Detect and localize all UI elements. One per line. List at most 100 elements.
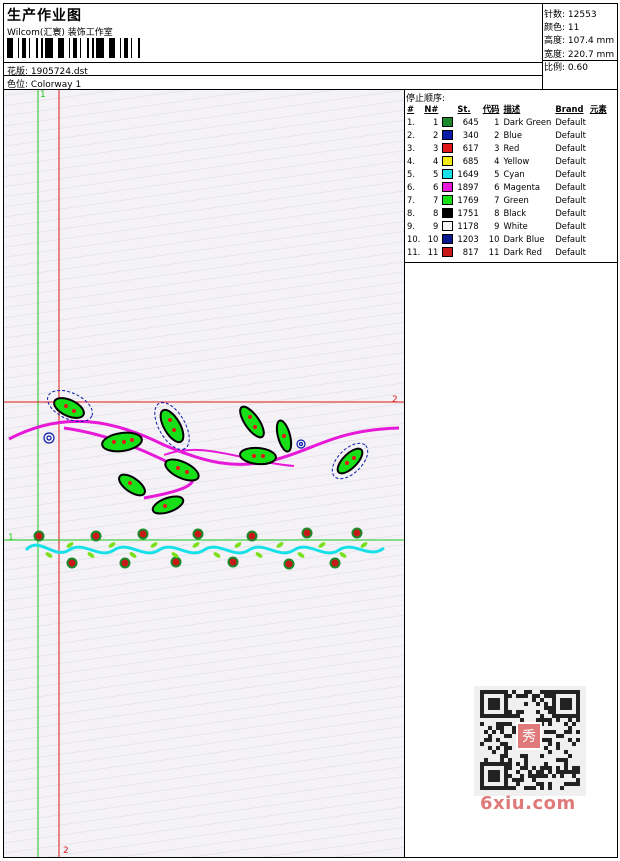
- color-swatch-cell: [440, 167, 455, 180]
- row-index: 3.: [407, 142, 415, 153]
- qr-code: 秀: [474, 686, 586, 796]
- color-description: Dark Red: [503, 246, 542, 257]
- page-title: 生产作业图: [7, 8, 82, 24]
- border-flower: [90, 530, 102, 542]
- color-swatch-cell: [440, 219, 455, 232]
- brand: Default: [555, 246, 586, 257]
- header: 生产作业图 Wilcom(汇寰) 装饰工作室 花版: 1905724.dst 色…: [4, 4, 617, 90]
- border-flower: [301, 527, 313, 539]
- vine-motif: [8, 419, 400, 500]
- column-header: #: [407, 103, 415, 114]
- table-row: 4. 4 685 4 Yellow Default: [405, 154, 609, 167]
- table-row: 9. 9 1178 9 White Default: [405, 219, 609, 232]
- stitch-count: 817: [462, 246, 479, 257]
- table-row: 5. 5 1649 5 Cyan Default: [405, 167, 609, 180]
- needle-number: 3: [433, 142, 439, 153]
- row-index: 10.: [407, 233, 421, 244]
- production-worksheet: 生产作业图 Wilcom(汇寰) 装饰工作室 花版: 1905724.dst 色…: [3, 3, 618, 858]
- divider: [542, 60, 617, 61]
- leaf-motifs: [53, 397, 364, 515]
- border-flower: [170, 556, 182, 568]
- brand: Default: [555, 155, 586, 166]
- row-index: 8.: [407, 207, 415, 218]
- border-leaf: [234, 542, 242, 548]
- table-row: 8. 8 1751 8 Black Default: [405, 206, 609, 219]
- needle-number: 10: [427, 233, 439, 244]
- stitch-count: 645: [462, 116, 479, 127]
- color-swatch: [442, 155, 454, 166]
- color-swatch-cell: [440, 245, 455, 258]
- row-index: 11.: [407, 246, 421, 257]
- table-row: 6. 6 1897 6 Magenta Default: [405, 180, 609, 193]
- colorway-value: Colorway 1: [30, 80, 82, 90]
- color-description: Magenta: [503, 181, 540, 192]
- stitch-count: 1751: [457, 207, 479, 218]
- marker-right: 2: [392, 395, 398, 405]
- design-scale: 比例: 0.60: [544, 63, 588, 73]
- column-header: 描述: [503, 103, 521, 114]
- color-swatch-cell: [440, 193, 455, 206]
- column-header: St.: [457, 103, 471, 114]
- row-index: 5.: [407, 168, 415, 179]
- border-leaf: [45, 552, 53, 558]
- color-description: Yellow: [503, 155, 530, 166]
- stop-sequence-panel: 停止顺序: # N# St. 代码 描述 Brand 元素 1. 1 645 1 Dar…: [405, 90, 617, 263]
- color-code: 5: [494, 168, 500, 179]
- color-swatch: [442, 142, 454, 153]
- qr-code-image: 秀: [480, 690, 580, 790]
- stitch-count: 1203: [457, 233, 479, 244]
- color-code: 3: [494, 142, 500, 153]
- color-swatch: [442, 116, 454, 127]
- border-leaf: [213, 552, 221, 558]
- brand: Default: [555, 194, 586, 205]
- border-flower: [119, 557, 131, 569]
- needle-number: 1: [433, 116, 439, 127]
- color-code: 8: [494, 207, 500, 218]
- stitch-count: 340: [462, 129, 479, 140]
- color-swatch-cell: [440, 115, 455, 128]
- row-index: 9.: [407, 220, 415, 231]
- stitch-count: 1178: [457, 220, 479, 231]
- column-header: N#: [424, 103, 439, 114]
- needle-number: 9: [433, 220, 439, 231]
- table-row: 10. 10 1203 10 Dark Blue Default: [405, 232, 609, 245]
- needle-number: 5: [433, 168, 439, 179]
- needle-number: 7: [433, 194, 439, 205]
- border-motif: [24, 527, 385, 570]
- color-description: Dark Green: [503, 116, 552, 127]
- color-description: Blue: [503, 129, 522, 140]
- stitch-count: 1897: [457, 181, 479, 192]
- watermark-domain: 6xiu.com: [480, 793, 576, 814]
- color-swatch-cell: [440, 128, 455, 141]
- color-swatch: [442, 207, 454, 218]
- border-flower: [137, 528, 149, 540]
- border-flower: [192, 528, 204, 540]
- row-index: 1.: [407, 116, 415, 127]
- color-swatch: [442, 233, 454, 244]
- embroidery-preview: [4, 90, 404, 857]
- needle-number: 2: [433, 129, 439, 140]
- border-leaf: [276, 542, 284, 548]
- table-row: 2. 2 340 2 Blue Default: [405, 128, 609, 141]
- border-leaf: [360, 542, 368, 548]
- barcode: [7, 38, 140, 58]
- border-leaf: [297, 552, 305, 558]
- brand: Default: [555, 233, 586, 244]
- design-height: 高度: 107.4 mm: [544, 36, 615, 46]
- row-index: 4.: [407, 155, 415, 166]
- border-leaf: [339, 552, 347, 558]
- color-code: 11: [488, 246, 500, 257]
- color-swatch-cell: [440, 154, 455, 167]
- stitch-count: 685: [462, 155, 479, 166]
- border-flower: [33, 530, 45, 542]
- brand: Default: [555, 207, 586, 218]
- border-leaf: [129, 552, 137, 558]
- border-flower: [246, 530, 258, 542]
- border-flower: [329, 557, 341, 569]
- stitch-count: 617: [462, 142, 479, 153]
- border-leaf: [150, 542, 158, 548]
- border-flower: [351, 527, 363, 539]
- border-leaf: [192, 542, 200, 548]
- column-header: 元素: [589, 103, 607, 114]
- brand: Default: [555, 142, 586, 153]
